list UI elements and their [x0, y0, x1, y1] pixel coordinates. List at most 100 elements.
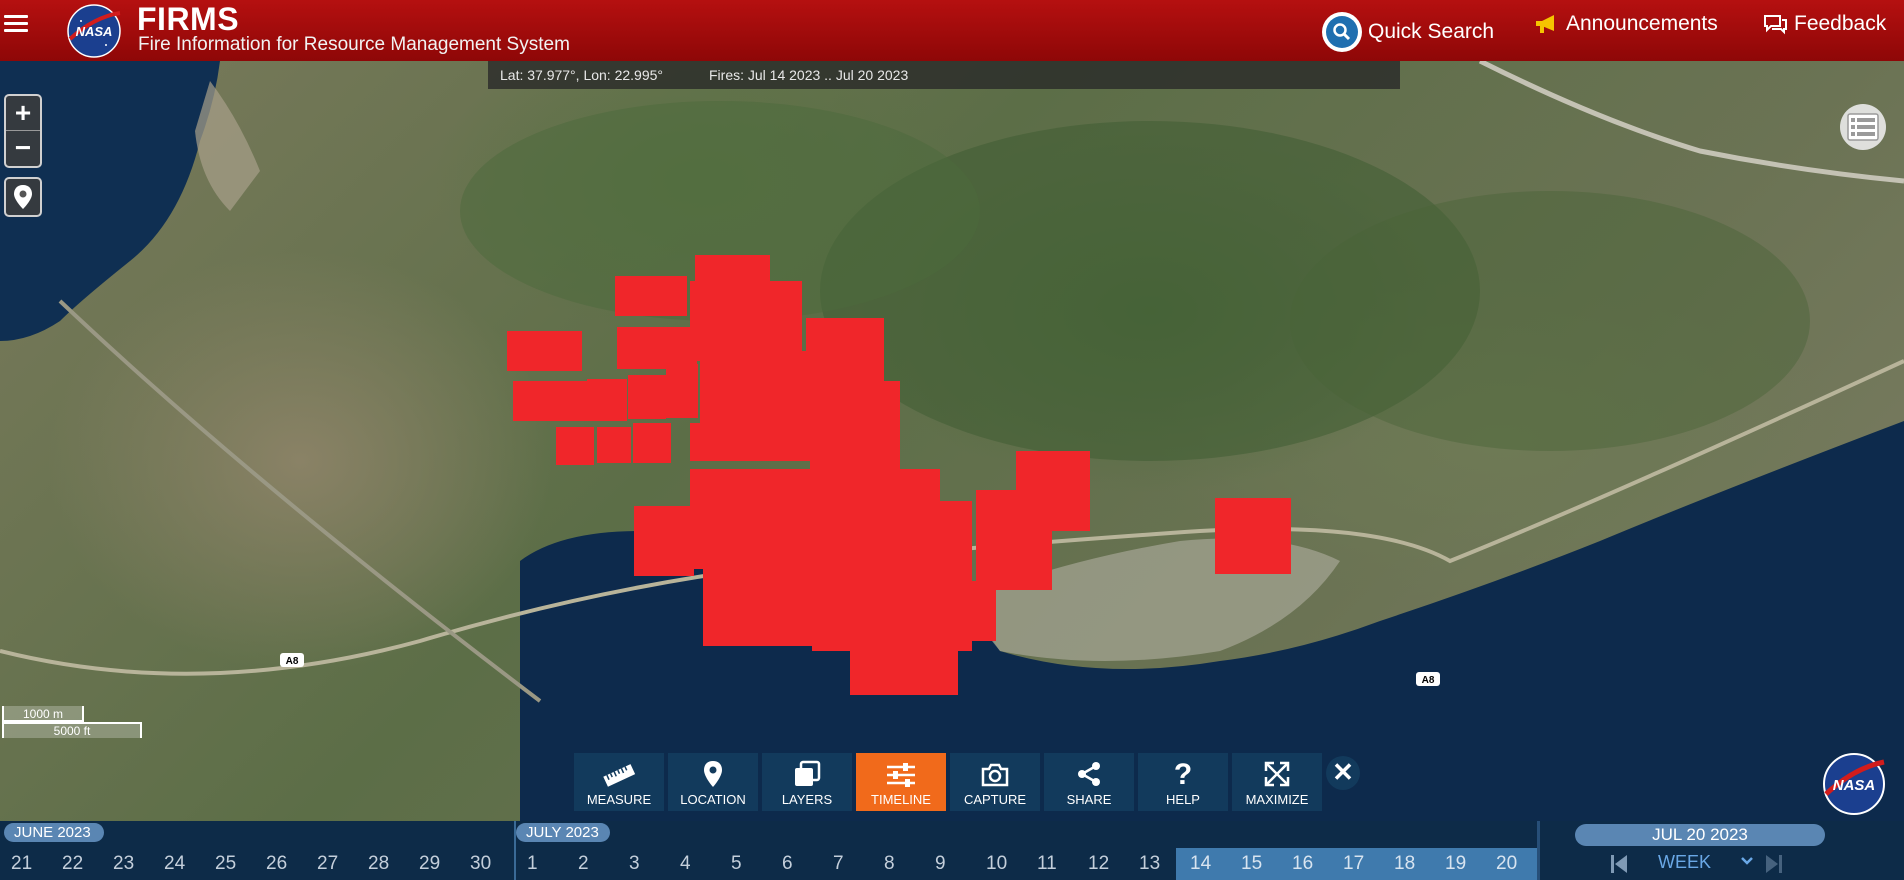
- timeline-day[interactable]: 4: [680, 848, 720, 880]
- timeline-day[interactable]: 19: [1439, 848, 1490, 880]
- timeline-day[interactable]: 2: [578, 848, 618, 880]
- nasa-logo[interactable]: NASA: [1822, 752, 1886, 816]
- svg-text:A8: A8: [1422, 675, 1435, 686]
- layers-button[interactable]: LAYERS: [762, 753, 852, 811]
- fire-pixel[interactable]: [597, 427, 631, 463]
- capture-button[interactable]: CAPTURE: [950, 753, 1040, 811]
- fire-pixel[interactable]: [556, 427, 594, 465]
- canal-road: [58, 299, 542, 703]
- fire-pixel[interactable]: [850, 641, 958, 695]
- timeline-day[interactable]: 16: [1286, 848, 1337, 880]
- fire-pixel[interactable]: [700, 351, 810, 461]
- timeline-day[interactable]: 21: [11, 848, 51, 880]
- location-label: LOCATION: [680, 792, 746, 807]
- announcements-button[interactable]: Announcements: [1534, 12, 1718, 36]
- fire-pixel[interactable]: [507, 331, 582, 371]
- fire-pixel[interactable]: [634, 506, 694, 576]
- fire-pixel[interactable]: [1215, 498, 1291, 574]
- fire-pixel[interactable]: [810, 381, 900, 481]
- step-back-icon[interactable]: [1610, 854, 1628, 874]
- timeline-day[interactable]: 13: [1139, 848, 1179, 880]
- maximize-button[interactable]: MAXIMIZE: [1232, 753, 1322, 811]
- fire-pixel[interactable]: [633, 423, 671, 463]
- timeline-day[interactable]: 17: [1337, 848, 1388, 880]
- fire-pixel[interactable]: [513, 381, 587, 421]
- timeline-day[interactable]: 1: [527, 848, 567, 880]
- measure-button[interactable]: MEASURE: [574, 753, 664, 811]
- fire-pixel[interactable]: [628, 375, 666, 419]
- question-icon: ?: [1174, 758, 1192, 788]
- zoom-out-button[interactable]: −: [6, 131, 40, 166]
- fire-pixel[interactable]: [850, 581, 996, 641]
- search-icon: [1322, 12, 1362, 52]
- close-toolbar-button[interactable]: ✕: [1326, 756, 1360, 790]
- step-forward-icon[interactable]: [1765, 854, 1783, 874]
- help-label: HELP: [1166, 792, 1200, 807]
- timeline-day[interactable]: 5: [731, 848, 771, 880]
- timeline-day[interactable]: 14: [1184, 848, 1235, 880]
- timeline-day[interactable]: 18: [1388, 848, 1439, 880]
- fire-pixel[interactable]: [617, 327, 697, 369]
- fire-pixel[interactable]: [666, 364, 698, 418]
- fire-pixel[interactable]: [587, 379, 627, 421]
- timeline-day[interactable]: 22: [62, 848, 102, 880]
- hamburger-menu-icon[interactable]: [4, 12, 28, 38]
- town-area: [195, 81, 260, 211]
- timeline-day[interactable]: 27: [317, 848, 357, 880]
- location-button[interactable]: LOCATION: [668, 753, 758, 811]
- fire-pixel[interactable]: [703, 551, 813, 646]
- road-label-a8-3: A8: [1416, 672, 1440, 686]
- date-panel: JUL 20 2023 WEEK: [1537, 821, 1904, 880]
- locate-button[interactable]: [4, 177, 42, 217]
- camera-icon: [981, 763, 1009, 787]
- fire-pixel[interactable]: [690, 281, 802, 361]
- timeline-day[interactable]: 23: [113, 848, 153, 880]
- fire-pixel[interactable]: [1016, 451, 1090, 531]
- chat-bubble-icon: [1764, 15, 1787, 35]
- road-label-a8-1: A8: [280, 653, 304, 667]
- svg-text:NASA: NASA: [1833, 777, 1876, 794]
- timeline-day[interactable]: 8: [884, 848, 924, 880]
- timeline-day[interactable]: 29: [419, 848, 459, 880]
- nasa-logo[interactable]: NASA: [66, 3, 122, 59]
- timeline-day[interactable]: 12: [1088, 848, 1128, 880]
- zoom-in-button[interactable]: +: [6, 96, 40, 131]
- month-label-july[interactable]: JULY 2023: [516, 823, 610, 842]
- timeline-day[interactable]: 26: [266, 848, 306, 880]
- timeline-day[interactable]: 15: [1235, 848, 1286, 880]
- app-subtitle: Fire Information for Resource Management…: [138, 34, 570, 55]
- interval-select[interactable]: WEEK: [1658, 852, 1711, 873]
- fire-pixel[interactable]: [615, 276, 687, 316]
- feedback-label: Feedback: [1794, 12, 1887, 35]
- megaphone-icon: [1536, 15, 1554, 33]
- layers-label: LAYERS: [781, 792, 833, 807]
- timeline-day[interactable]: 7: [833, 848, 873, 880]
- timeline-day[interactable]: 9: [935, 848, 975, 880]
- quick-search-button[interactable]: Quick Search: [1322, 12, 1494, 52]
- month-label-june[interactable]: JUNE 2023: [4, 823, 104, 842]
- feedback-button[interactable]: Feedback: [1762, 12, 1886, 36]
- chevron-down-icon[interactable]: [1740, 855, 1754, 867]
- share-button[interactable]: SHARE: [1044, 753, 1134, 811]
- timeline-button[interactable]: TIMELINE: [856, 753, 946, 811]
- timeline-day[interactable]: 11: [1037, 848, 1077, 880]
- announcements-label: Announcements: [1566, 12, 1718, 35]
- timeline-label: TIMELINE: [871, 792, 931, 807]
- layer-list-button[interactable]: [1840, 104, 1886, 150]
- map-toolbar: MEASURE LOCATION LAYERS TIMELINE CAPTURE: [574, 753, 1322, 811]
- help-button[interactable]: ? HELP: [1138, 753, 1228, 811]
- timeline-day[interactable]: 20: [1490, 848, 1541, 880]
- maximize-label: MAXIMIZE: [1245, 792, 1309, 807]
- map-imagery: A8 A8 A8: [0, 61, 1904, 821]
- timeline-day[interactable]: 24: [164, 848, 204, 880]
- timeline-day[interactable]: 28: [368, 848, 408, 880]
- satellite-map[interactable]: A8 A8 A8: [0, 61, 1904, 821]
- timeline-day[interactable]: 30: [470, 848, 510, 880]
- current-date-button[interactable]: JUL 20 2023: [1575, 824, 1825, 846]
- timeline-day[interactable]: 25: [215, 848, 255, 880]
- share-icon: [1078, 762, 1100, 786]
- fire-pixel[interactable]: [690, 423, 712, 461]
- timeline-day[interactable]: 6: [782, 848, 822, 880]
- timeline-day[interactable]: 10: [986, 848, 1026, 880]
- timeline-day[interactable]: 3: [629, 848, 669, 880]
